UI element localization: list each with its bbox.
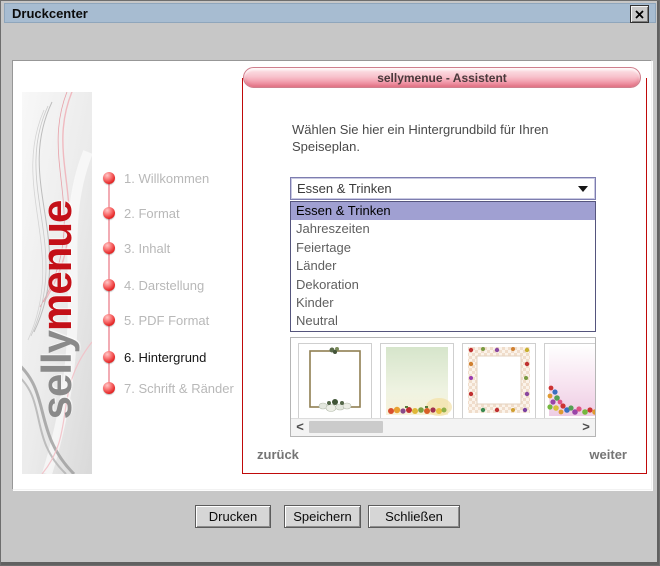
- back-link[interactable]: zurück: [257, 447, 299, 462]
- thumbnail-green-gradient-fruits[interactable]: [380, 343, 454, 419]
- dropdown-option-dekoration[interactable]: Dekoration: [291, 276, 595, 294]
- chevron-left-icon: <: [296, 419, 304, 434]
- category-dropdown[interactable]: Essen & Trinken: [290, 177, 596, 200]
- thumbnail-checkered-fruit-border[interactable]: [462, 343, 536, 419]
- thumbnail-strip: [291, 338, 595, 425]
- thumbnail-strip-box: < >: [290, 337, 596, 437]
- thumbnail-h-scrollbar[interactable]: < >: [291, 418, 595, 436]
- instruction-text: Wählen Sie hier ein Hintergrundbild für …: [292, 121, 592, 155]
- instruction-line-1: Wählen Sie hier ein Hintergrundbild für …: [292, 122, 549, 137]
- close-icon: [635, 9, 644, 19]
- step-hintergrund[interactable]: 6. Hintergrund: [103, 349, 206, 365]
- step-willkommen[interactable]: 1. Willkommen: [103, 170, 209, 186]
- wizard-header-pill: sellymenue - Assistent: [243, 67, 641, 88]
- step-bullet-icon: [103, 314, 115, 326]
- step-label: 3. Inhalt: [124, 240, 171, 256]
- logo-text-gray: selly: [33, 330, 80, 420]
- titlebar[interactable]: Druckcenter: [4, 3, 656, 23]
- step-bullet-icon: [103, 172, 115, 184]
- drucken-button[interactable]: Drucken: [195, 505, 271, 528]
- dropdown-option-neutral[interactable]: Neutral: [291, 312, 595, 330]
- dropdown-selected-value: Essen & Trinken: [297, 181, 392, 196]
- step-label: 4. Darstellung: [124, 277, 205, 293]
- window-title: Druckcenter: [12, 5, 88, 21]
- logo-panel: sellymenue: [22, 92, 92, 474]
- step-schrift-raender[interactable]: 7. Schrift & Ränder: [103, 380, 234, 396]
- step-bullet-icon: [103, 351, 115, 363]
- speichern-button[interactable]: Speichern: [284, 505, 361, 528]
- scroll-left-button[interactable]: <: [293, 419, 307, 435]
- chevron-right-icon: >: [582, 419, 590, 434]
- thumbnail-pink-gradient-sweets[interactable]: [544, 343, 595, 419]
- step-label: 2. Format: [124, 205, 180, 221]
- wizard-header-title: sellymenue - Assistent: [377, 70, 507, 85]
- dropdown-option-feiertage[interactable]: Feiertage: [291, 239, 595, 257]
- scroll-right-button[interactable]: >: [579, 419, 593, 435]
- dropdown-option-kinder[interactable]: Kinder: [291, 294, 595, 312]
- logo-text-red: menue: [33, 200, 80, 331]
- step-pdf-format[interactable]: 5. PDF Format: [103, 312, 209, 328]
- dropdown-option-essen-trinken[interactable]: Essen & Trinken: [291, 202, 595, 221]
- dropdown-list: Essen & Trinken Jahreszeiten Feiertage L…: [290, 201, 596, 332]
- schliessen-button[interactable]: Schließen: [368, 505, 460, 528]
- step-bullet-icon: [103, 382, 115, 394]
- step-label: 1. Willkommen: [124, 170, 210, 186]
- dropdown-option-laender[interactable]: Länder: [291, 257, 595, 275]
- instruction-line-2: Speiseplan.: [292, 139, 360, 154]
- logo-text: sellymenue: [33, 200, 81, 419]
- dropdown-option-jahreszeiten[interactable]: Jahreszeiten: [291, 220, 595, 238]
- step-darstellung[interactable]: 4. Darstellung: [103, 277, 204, 293]
- step-format[interactable]: 2. Format: [103, 205, 180, 221]
- step-label: 7. Schrift & Ränder: [124, 380, 234, 396]
- close-button[interactable]: [630, 5, 649, 23]
- step-bullet-icon: [103, 207, 115, 219]
- thumbnail-olive-frame-vegetables[interactable]: [298, 343, 372, 419]
- step-label: 5. PDF Format: [124, 312, 210, 328]
- caret-down-icon[interactable]: [578, 185, 588, 192]
- druckcenter-window: Druckcenter sellymenue - Assistent selly…: [0, 0, 660, 566]
- step-label: 6. Hintergrund: [124, 349, 207, 365]
- step-inhalt[interactable]: 3. Inhalt: [103, 240, 170, 256]
- step-bullet-icon: [103, 242, 115, 254]
- scrollbar-thumb[interactable]: [309, 421, 383, 433]
- step-bullet-icon: [103, 279, 115, 291]
- next-link[interactable]: weiter: [589, 447, 627, 462]
